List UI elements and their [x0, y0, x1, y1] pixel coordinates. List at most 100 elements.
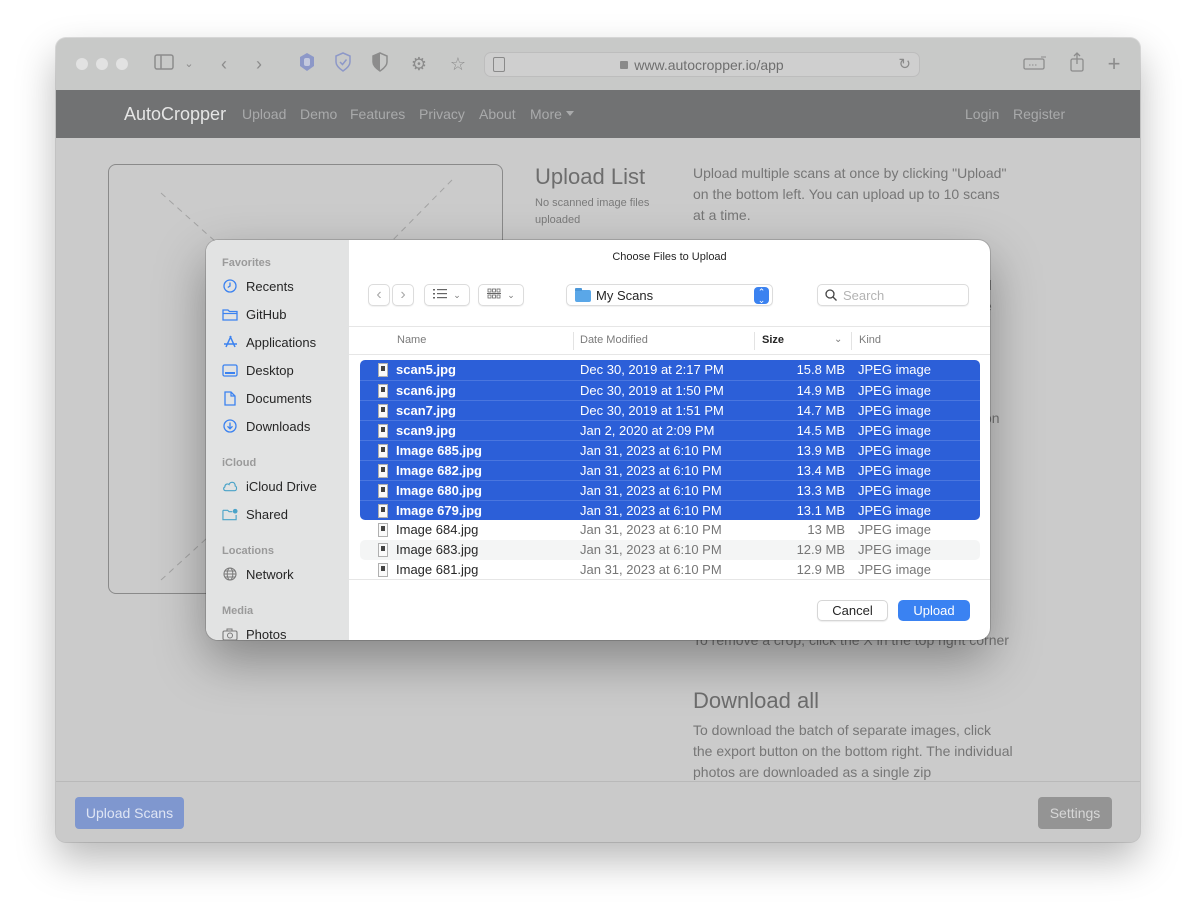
file-date-modified: Jan 31, 2023 at 6:10 PM	[580, 463, 722, 478]
star-icon[interactable]: ☆	[447, 52, 469, 76]
sidebar-item-label: Network	[246, 566, 294, 582]
column-kind[interactable]: Kind	[859, 334, 881, 346]
shield-check-icon[interactable]	[332, 52, 354, 76]
file-size: 14.5 MB	[796, 423, 845, 438]
gear-icon[interactable]: ⚙	[408, 52, 430, 76]
sidebar-section-icloud: iCloud	[222, 457, 257, 469]
file-kind: JPEG image	[858, 562, 931, 577]
sidebar-item-network[interactable]: Network	[222, 563, 342, 585]
download-all-text: To download the batch of separate images…	[693, 722, 1013, 780]
back-button[interactable]: ‹	[368, 284, 390, 306]
sidebar-item-downloads[interactable]: Downloads	[222, 415, 342, 437]
nav-about[interactable]: About	[479, 106, 516, 122]
column-divider[interactable]	[754, 332, 755, 350]
column-divider[interactable]	[573, 332, 574, 350]
file-row[interactable]: Image 685.jpg Jan 31, 2023 at 6:10 PM 13.9…	[360, 440, 980, 460]
image-thumbnail-icon	[378, 484, 388, 498]
reload-icon[interactable]: ↻	[898, 55, 911, 73]
column-header: Name Date Modified Size ⌄ Kind	[349, 326, 990, 355]
file-kind: JPEG image	[858, 522, 931, 537]
back-icon[interactable]: ‹	[216, 52, 232, 76]
chevron-down-icon[interactable]: ⌄	[182, 52, 196, 76]
upload-scans-button[interactable]: Upload Scans	[75, 797, 184, 829]
group-view-button[interactable]: ⌄	[478, 284, 524, 306]
file-name: Image 681.jpg	[396, 562, 479, 577]
new-tab-icon[interactable]: +	[1103, 52, 1125, 76]
sidebar-item-recents[interactable]: Recents	[222, 275, 342, 297]
sidebar-icon[interactable]	[153, 52, 175, 76]
image-thumbnail-icon	[378, 384, 388, 398]
clock-icon	[222, 278, 238, 294]
file-row[interactable]: scan5.jpg Dec 30, 2019 at 2:17 PM 15.8 MB J…	[360, 360, 980, 380]
sidebar-item-github[interactable]: GitHub	[222, 303, 342, 325]
file-row[interactable]: Image 679.jpg Jan 31, 2023 at 6:10 PM 13.1…	[360, 500, 980, 520]
site-brand[interactable]: AutoCropper	[124, 104, 226, 125]
image-thumbnail-icon	[378, 523, 388, 537]
file-row[interactable]: scan9.jpg Jan 2, 2020 at 2:09 PM 14.5 MB JP…	[360, 420, 980, 440]
hand-stop-icon[interactable]	[296, 52, 318, 76]
forward-button[interactable]: ›	[392, 284, 414, 306]
sidebar-item-label: Documents	[246, 390, 312, 406]
sidebar-item-documents[interactable]: Documents	[222, 387, 342, 409]
nav-demo[interactable]: Demo	[300, 106, 337, 122]
column-name[interactable]: Name	[397, 334, 426, 346]
image-thumbnail-icon	[378, 424, 388, 438]
share-icon[interactable]	[1066, 52, 1088, 76]
image-thumbnail-icon	[378, 363, 388, 377]
file-name: scan9.jpg	[396, 423, 456, 438]
sidebar-item-label: GitHub	[246, 306, 287, 322]
chevron-down-icon: ⌄	[453, 289, 461, 300]
file-name: scan7.jpg	[396, 403, 456, 418]
zoom-window-button[interactable]	[116, 58, 128, 70]
search-input[interactable]	[843, 287, 963, 303]
file-row[interactable]: Image 682.jpg Jan 31, 2023 at 6:10 PM 13.4…	[360, 460, 980, 480]
half-shield-icon[interactable]	[369, 52, 391, 76]
sidebar-item-shared[interactable]: Shared	[222, 503, 342, 525]
image-thumbnail-icon	[378, 504, 388, 518]
caret-down-icon	[565, 110, 574, 116]
forward-icon[interactable]: ›	[251, 52, 267, 76]
file-row[interactable]: Image 681.jpg Jan 31, 2023 at 6:10 PM 12.9…	[360, 560, 980, 580]
file-row[interactable]: Image 683.jpg Jan 31, 2023 at 6:10 PM 12.9…	[360, 540, 980, 560]
nav-more-dropdown[interactable]: More	[530, 106, 574, 122]
file-row[interactable]: scan6.jpg Dec 30, 2019 at 1:50 PM 14.9 MB J…	[360, 380, 980, 400]
nav-register[interactable]: Register	[1013, 106, 1065, 122]
file-size: 12.9 MB	[796, 562, 845, 577]
file-date-modified: Jan 31, 2023 at 6:10 PM	[580, 522, 722, 537]
nav-privacy[interactable]: Privacy	[419, 106, 465, 122]
file-kind: JPEG image	[858, 503, 931, 518]
sidebar-item-icloud-drive[interactable]: iCloud Drive	[222, 475, 342, 497]
file-row[interactable]: Image 684.jpg Jan 31, 2023 at 6:10 PM 13 M…	[360, 520, 980, 540]
file-date-modified: Dec 30, 2019 at 1:50 PM	[580, 383, 724, 398]
site-navbar: AutoCropper Upload Demo Features Privacy…	[56, 90, 1140, 138]
sidebar-item-applications[interactable]: Applications	[222, 331, 342, 353]
tab-overview-icon[interactable]	[1022, 52, 1048, 76]
file-row[interactable]: Image 680.jpg Jan 31, 2023 at 6:10 PM 13.3…	[360, 480, 980, 500]
file-size: 13 MB	[807, 522, 845, 537]
sidebar-item-photos[interactable]: Photos	[222, 623, 342, 640]
cancel-button[interactable]: Cancel	[817, 600, 888, 621]
file-name: Image 680.jpg	[396, 483, 482, 498]
nav-upload[interactable]: Upload	[242, 106, 286, 122]
cloud-icon	[222, 478, 238, 494]
search-field[interactable]	[817, 284, 969, 306]
file-kind: JPEG image	[858, 483, 931, 498]
column-divider[interactable]	[851, 332, 852, 350]
file-size: 13.3 MB	[796, 483, 845, 498]
close-window-button[interactable]	[76, 58, 88, 70]
upload-button[interactable]: Upload	[898, 600, 970, 621]
address-bar[interactable]: www.autocropper.io/app ↻	[484, 52, 920, 77]
location-popup[interactable]: My Scans ⌃ ⌄	[566, 284, 773, 306]
list-view-button[interactable]: ⌄	[424, 284, 470, 306]
column-date-modified[interactable]: Date Modified	[580, 334, 648, 346]
nav-features[interactable]: Features	[350, 106, 405, 122]
settings-button[interactable]: Settings	[1038, 797, 1112, 829]
sidebar-item-desktop[interactable]: Desktop	[222, 359, 342, 381]
file-row[interactable]: scan7.jpg Dec 30, 2019 at 1:51 PM 14.7 MB J…	[360, 400, 980, 420]
nav-login[interactable]: Login	[965, 106, 999, 122]
column-size[interactable]: Size	[762, 334, 784, 346]
file-date-modified: Jan 31, 2023 at 6:10 PM	[580, 542, 722, 557]
image-thumbnail-icon	[378, 543, 388, 557]
file-date-modified: Jan 31, 2023 at 6:10 PM	[580, 443, 722, 458]
minimize-window-button[interactable]	[96, 58, 108, 70]
